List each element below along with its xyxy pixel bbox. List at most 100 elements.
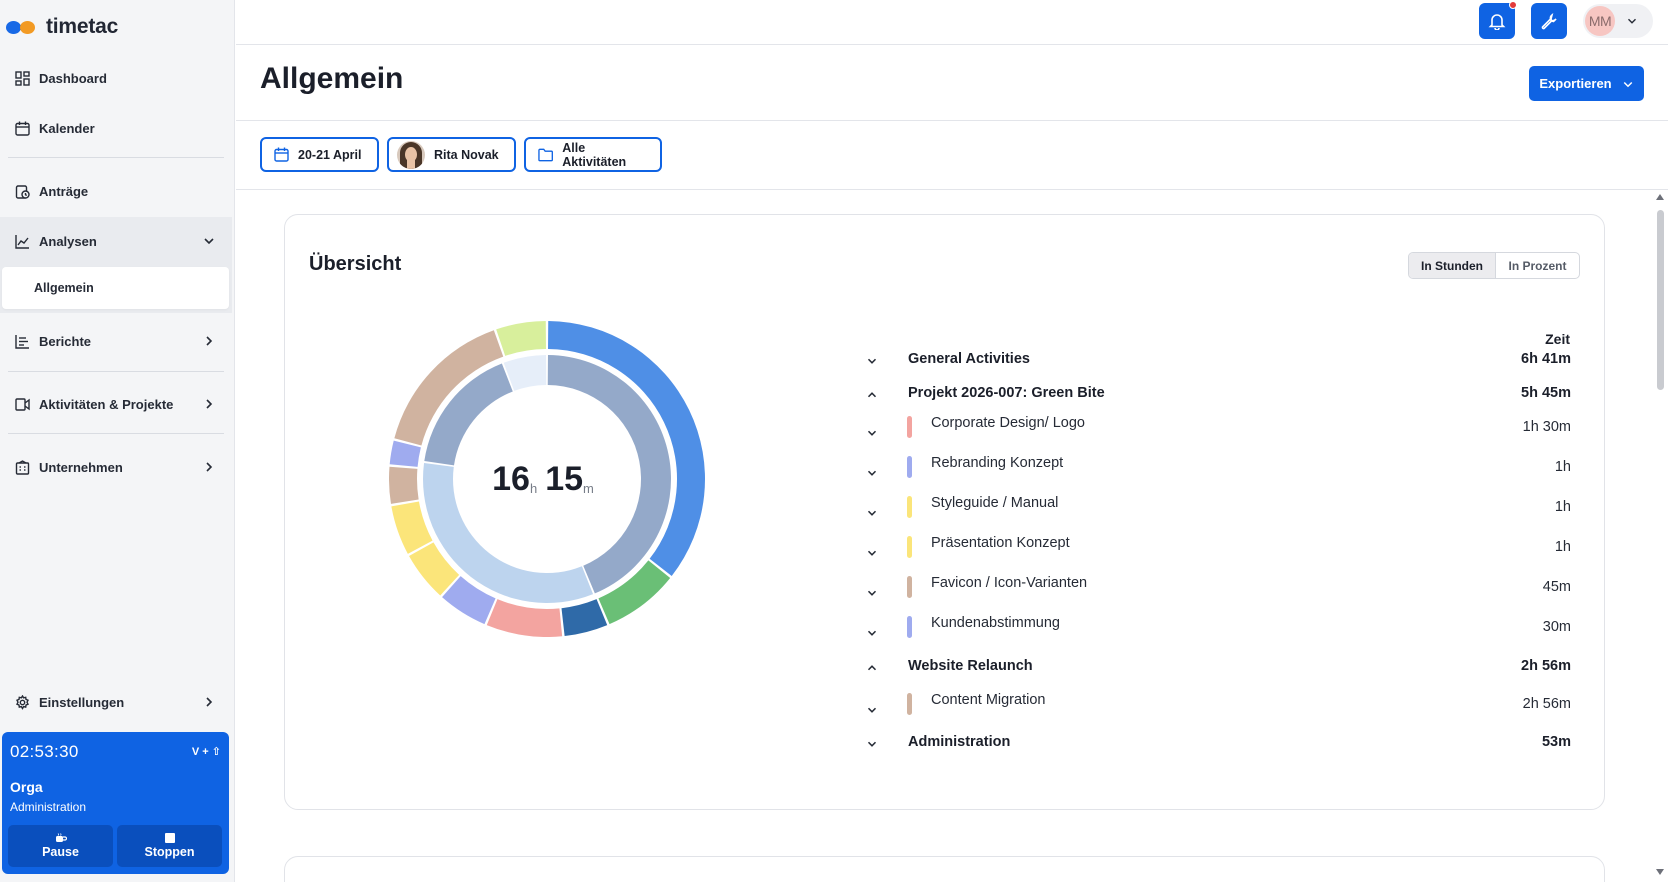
chevron-up-icon[interactable] [865,661,879,675]
activity-name: Rebranding Konzept [931,455,1064,471]
activity-row[interactable]: Favicon / Icon-Varianten 45m [285,575,1606,605]
pause-label: Pause [42,845,79,859]
activity-name: Website Relaunch [908,658,1033,674]
sidebar-item-berichte[interactable]: Berichte [0,319,235,363]
scroll-down-arrow[interactable] [1656,869,1664,875]
top-bar: MM [236,0,1668,45]
activities-filter[interactable]: Alle Aktivitäten [524,137,662,172]
chevron-down-icon[interactable] [865,426,879,440]
sidebar-item-dashboard[interactable]: Dashboard [0,56,235,100]
activity-name: Favicon / Icon-Varianten [931,575,1088,591]
stop-label: Stoppen [144,845,195,859]
activity-row[interactable]: Content Migration 2h 56m [285,692,1606,722]
activity-row[interactable]: Kundenabstimmung 30m [285,615,1606,645]
notification-dot [1509,1,1517,9]
chevron-up-icon[interactable] [865,388,879,402]
calendar-icon [274,147,289,162]
secondary-card [284,856,1605,882]
color-indicator [907,456,912,478]
tools-button[interactable] [1531,3,1567,39]
divider [8,433,224,434]
sidebar-item-kalender[interactable]: Kalender [0,106,235,150]
activity-row[interactable]: Präsentation Konzept 1h [285,535,1606,565]
chevron-down-icon[interactable] [865,354,879,368]
chevron-down-icon[interactable] [865,586,879,600]
chevron-down-icon[interactable] [865,703,879,717]
export-button[interactable]: Exportieren [1529,66,1644,101]
notifications-button[interactable] [1479,1,1517,39]
activity-group-row[interactable]: General Activities 6h 41m [285,346,1606,376]
activity-time: 45m [1542,579,1571,595]
color-indicator [907,416,912,438]
chevron-down-icon[interactable] [865,506,879,520]
overview-title: Übersicht [309,253,402,275]
activity-name: Projekt 2026-007: Green Bite [908,385,1105,401]
activity-time: 1h [1554,459,1571,475]
chevron-down-icon [204,238,214,245]
sidebar-item-allgemein[interactable]: Allgemein [2,267,229,309]
scroll-thumb[interactable] [1657,210,1664,390]
chevron-right-icon [206,336,213,346]
logo-mark-icon [6,19,40,35]
scrollbar[interactable] [1652,190,1668,882]
dashboard-icon [14,70,30,86]
sidebar-item-aktivitaeten-projekte[interactable]: Aktivitäten & Projekte [0,382,235,426]
color-indicator [907,693,912,715]
sidebar-item-label: Kalender [39,120,95,136]
export-label: Exportieren [1539,76,1612,91]
activity-name: Content Migration [931,692,1046,708]
activity-row[interactable]: Styleguide / Manual 1h [285,495,1606,525]
activity-time: 2h 56m [1522,696,1571,712]
projects-icon [14,396,30,412]
reports-icon [14,333,30,349]
overview-card: Übersicht In Stunden In Prozent 16 h 15 … [284,214,1605,810]
sidebar-item-label: Unternehmen [39,459,123,475]
gear-icon [14,694,30,710]
activity-group-row[interactable]: Projekt 2026-007: Green Bite 5h 45m [285,380,1606,410]
date-filter[interactable]: 20-21 April [260,137,379,172]
activity-group-row[interactable]: Website Relaunch 2h 56m [285,653,1606,683]
sidebar-item-analysen[interactable]: Analysen [0,219,235,263]
activity-name: Styleguide / Manual [931,495,1059,511]
chevron-down-icon[interactable] [865,546,879,560]
sidebar-item-label: Allgemein [34,281,94,295]
activity-name: Corporate Design/ Logo [931,415,1085,431]
timer-shortcut: V + ⇧ [191,746,221,758]
divider [236,120,1668,121]
activity-name: Präsentation Konzept [931,535,1070,551]
logo[interactable]: timetac [6,14,118,40]
color-indicator [907,496,912,518]
activity-row[interactable]: Rebranding Konzept 1h [285,455,1606,485]
sidebar: timetac Dashboard Kalender Anträge Analy… [0,0,235,882]
toggle-percent[interactable]: In Prozent [1496,253,1579,278]
chart-line-icon [14,233,30,249]
sidebar-item-unternehmen[interactable]: Unternehmen [0,445,235,489]
timer-widget: 02:53:30 V + ⇧ Orga Administration Pause… [2,732,229,874]
chevron-right-icon [206,399,213,409]
activity-name: General Activities [908,351,1030,367]
wrench-icon [1541,12,1557,29]
user-avatar [397,140,425,169]
chevron-down-icon[interactable] [865,626,879,640]
chevron-down-icon [1623,81,1632,87]
time-column-header: Zeit [1545,331,1570,347]
toggle-hours[interactable]: In Stunden [1409,253,1496,278]
sidebar-item-label: Berichte [39,333,92,349]
calendar-icon [14,120,30,136]
stop-icon [164,833,175,843]
user-filter-label: Rita Novak [434,147,499,162]
user-filter[interactable]: Rita Novak [387,137,516,172]
activity-group-row[interactable]: Administration 53m [285,729,1606,759]
chevron-down-icon[interactable] [865,466,879,480]
sidebar-item-antraege[interactable]: Anträge [0,169,235,213]
pause-button[interactable]: Pause [8,825,113,867]
activity-name: Kundenabstimmung [931,615,1060,631]
activity-row[interactable]: Corporate Design/ Logo 1h 30m [285,415,1606,445]
stop-button[interactable]: Stoppen [117,825,222,867]
sidebar-item-einstellungen[interactable]: Einstellungen [0,680,235,724]
chevron-down-icon[interactable] [865,737,879,751]
scroll-up-arrow[interactable] [1656,194,1664,200]
user-menu[interactable]: MM [1583,4,1653,38]
color-indicator [907,576,912,598]
activity-name: Administration [908,734,1011,750]
